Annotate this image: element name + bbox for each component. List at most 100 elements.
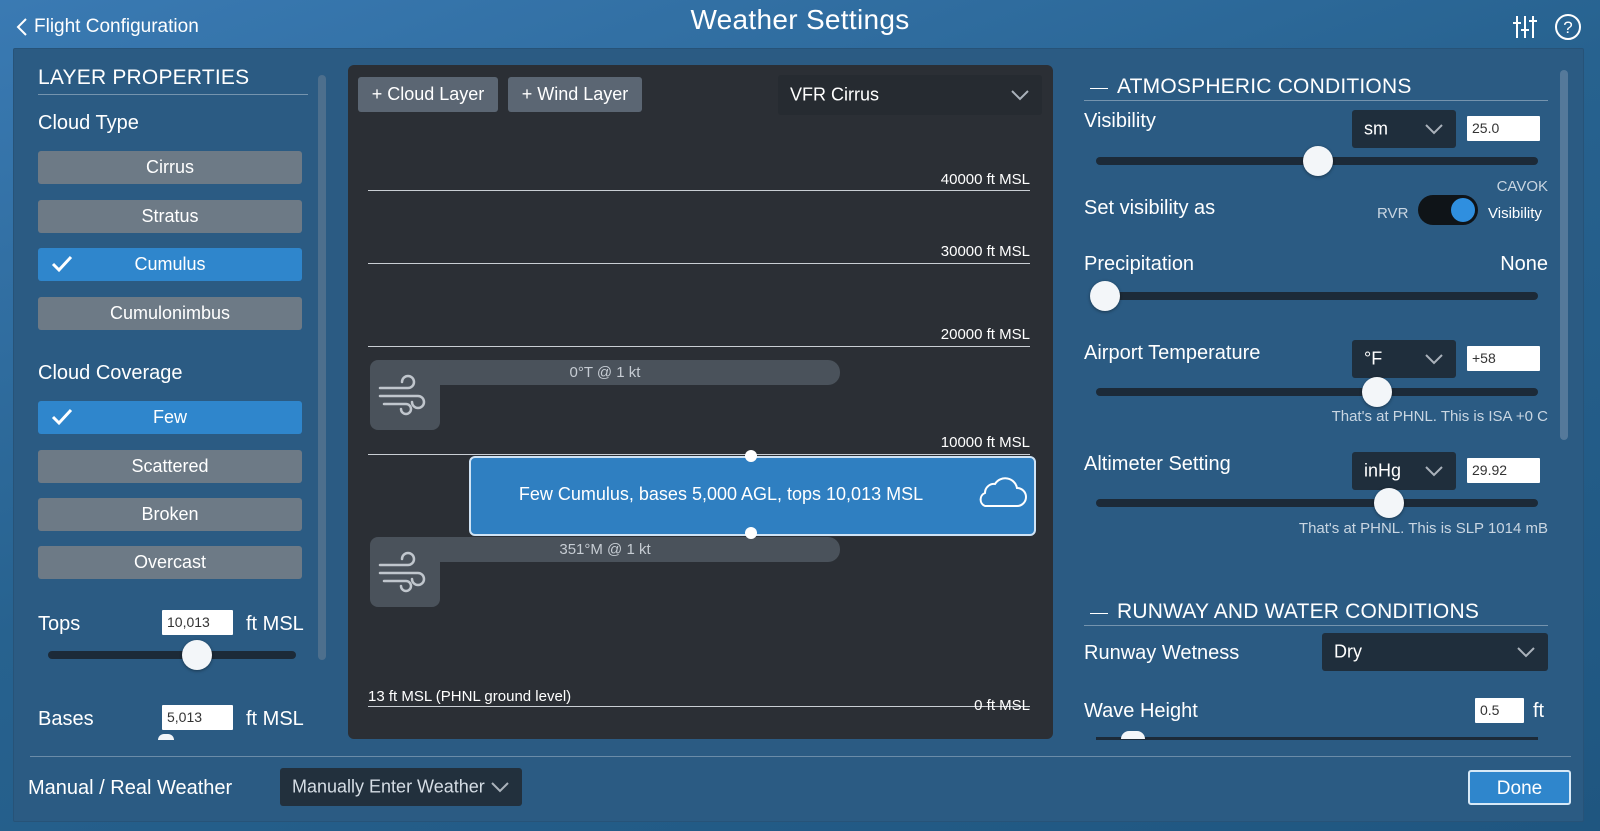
bases-label: Bases — [38, 708, 94, 730]
chevron-down-icon — [1011, 90, 1029, 101]
visibility-slider-knob[interactable] — [1303, 146, 1333, 176]
svg-text:?: ? — [1563, 18, 1572, 37]
precipitation-label: Precipitation — [1084, 253, 1195, 275]
divider — [1084, 100, 1548, 101]
divider — [38, 94, 308, 95]
wind-icon — [378, 374, 426, 416]
visibility-mode-toggle[interactable] — [1418, 195, 1478, 225]
visibility-label: Visibility — [1084, 110, 1156, 132]
set-visibility-label: Set visibility as — [1084, 197, 1216, 219]
cloud-icon — [979, 477, 1027, 507]
precipitation-slider-knob[interactable] — [1090, 281, 1120, 311]
visibility-unit-dropdown[interactable]: sm — [1352, 110, 1456, 148]
cloud-type-cumulus-button[interactable]: Cumulus — [38, 248, 302, 281]
temperature-unit-dropdown[interactable]: °F — [1352, 340, 1456, 378]
wave-slider-knob[interactable] — [1121, 731, 1145, 739]
checkmark-icon — [51, 408, 73, 426]
bases-unit: ft MSL — [246, 708, 304, 730]
top-bar: Flight Configuration Weather Settings ? — [0, 0, 1600, 48]
right-scrollbar[interactable] — [1560, 70, 1568, 440]
coverage-scattered-button[interactable]: Scattered — [38, 450, 302, 483]
wave-height-input[interactable]: 0.5 — [1475, 698, 1524, 723]
altitude-label: 30000 ft MSL — [940, 243, 1030, 260]
altitude-label: 0 ft MSL — [974, 697, 1030, 714]
temperature-note: That's at PHNL. This is ISA +0 C — [1331, 408, 1548, 425]
cloud-bases-handle[interactable] — [745, 527, 757, 539]
visibility-input[interactable]: 25.0 — [1467, 116, 1540, 141]
wave-height-unit: ft — [1533, 700, 1545, 722]
temperature-label: Airport Temperature — [1084, 342, 1261, 364]
atmospheric-title: ATMOSPHERIC CONDITIONS — [1117, 75, 1412, 98]
bases-input[interactable]: 5,013 — [162, 705, 233, 730]
preset-dropdown[interactable]: VFR Cirrus — [778, 75, 1042, 115]
altimeter-label: Altimeter Setting — [1084, 453, 1231, 475]
coverage-broken-button[interactable]: Broken — [38, 498, 302, 531]
weather-mode-dropdown[interactable]: Manually Enter Weather — [280, 768, 522, 806]
coverage-overcast-button[interactable]: Overcast — [38, 546, 302, 579]
chevron-down-icon — [1517, 647, 1535, 658]
cloud-coverage-label: Cloud Coverage — [38, 362, 183, 384]
done-button[interactable]: Done — [1468, 770, 1571, 805]
weather-mode-label: Manual / Real Weather — [28, 777, 233, 799]
wind-layer-upper[interactable]: 0°T @ 1 kt — [370, 360, 840, 385]
altitude-line — [368, 190, 1030, 191]
cloud-tops-handle[interactable] — [745, 450, 757, 462]
wave-slider-track[interactable] — [1096, 737, 1538, 740]
altitude-label: 20000 ft MSL — [940, 326, 1030, 343]
help-icon[interactable]: ? — [1554, 13, 1582, 41]
page-title: Weather Settings — [690, 4, 910, 35]
chevron-down-icon — [1425, 354, 1443, 365]
tops-label: Tops — [38, 613, 81, 635]
tops-unit: ft MSL — [246, 613, 304, 635]
toggle-knob — [1451, 198, 1475, 222]
add-wind-layer-button[interactable]: + Wind Layer — [508, 77, 642, 112]
altimeter-input[interactable]: 29.92 — [1467, 458, 1540, 483]
tops-input[interactable]: 10,013 — [162, 610, 233, 635]
altimeter-unit-dropdown[interactable]: inHg — [1352, 452, 1456, 490]
divider — [1084, 625, 1548, 626]
section-dash — [1090, 613, 1108, 614]
wind-icon — [378, 551, 426, 593]
layer-canvas — [348, 65, 1053, 739]
layer-properties-title: LAYER PROPERTIES — [38, 66, 250, 89]
tops-slider-knob[interactable] — [182, 640, 212, 670]
runway-wetness-label: Runway Wetness — [1084, 642, 1240, 664]
wind-layer-lower-handle[interactable] — [370, 537, 440, 607]
altitude-label: 10000 ft MSL — [940, 434, 1030, 451]
runway-title: RUNWAY AND WATER CONDITIONS — [1117, 600, 1480, 623]
altimeter-slider-knob[interactable] — [1374, 488, 1404, 518]
chevron-down-icon — [1425, 466, 1443, 477]
altimeter-note: That's at PHNL. This is SLP 1014 mB — [1298, 520, 1548, 537]
precipitation-value: None — [1500, 253, 1548, 275]
wind-layer-lower[interactable]: 351°M @ 1 kt — [370, 537, 840, 562]
left-scrollbar[interactable] — [318, 75, 326, 660]
cavok-label: CAVOK — [1496, 178, 1548, 195]
add-cloud-layer-button[interactable]: + Cloud Layer — [358, 77, 498, 112]
runway-wetness-dropdown[interactable]: Dry — [1322, 633, 1548, 671]
chevron-down-icon — [1425, 124, 1443, 135]
temperature-slider-knob[interactable] — [1362, 377, 1392, 407]
altitude-label: 40000 ft MSL — [940, 171, 1030, 188]
rvr-label: RVR — [1377, 205, 1409, 222]
wind-layer-upper-handle[interactable] — [370, 360, 440, 430]
sliders-icon[interactable] — [1511, 13, 1539, 41]
coverage-few-button[interactable]: Few — [38, 401, 302, 434]
cloud-type-label: Cloud Type — [38, 112, 139, 134]
wave-height-label: Wave Height — [1084, 700, 1198, 722]
cloud-type-stratus-button[interactable]: Stratus — [38, 200, 302, 233]
temperature-input[interactable]: +58 — [1467, 346, 1540, 371]
tops-slider-track[interactable] — [48, 651, 296, 659]
cloud-type-cumulonimbus-button[interactable]: Cumulonimbus — [38, 297, 302, 330]
cloud-layer-text: Few Cumulus, bases 5,000 AGL, tops 10,01… — [518, 484, 924, 504]
altitude-line — [368, 346, 1030, 347]
cloud-type-cirrus-button[interactable]: Cirrus — [38, 151, 302, 184]
temperature-slider-track[interactable] — [1096, 388, 1538, 396]
ground-level-label: 13 ft MSL (PHNL ground level) — [368, 688, 572, 705]
section-dash — [1090, 88, 1108, 89]
altimeter-slider-track[interactable] — [1096, 499, 1538, 507]
checkmark-icon — [51, 255, 73, 273]
cloud-layer-block[interactable]: Few Cumulus, bases 5,000 AGL, tops 10,01… — [469, 456, 1036, 536]
precipitation-slider-track[interactable] — [1096, 292, 1538, 300]
chevron-down-icon — [491, 782, 509, 793]
bases-slider-knob[interactable] — [158, 734, 174, 740]
